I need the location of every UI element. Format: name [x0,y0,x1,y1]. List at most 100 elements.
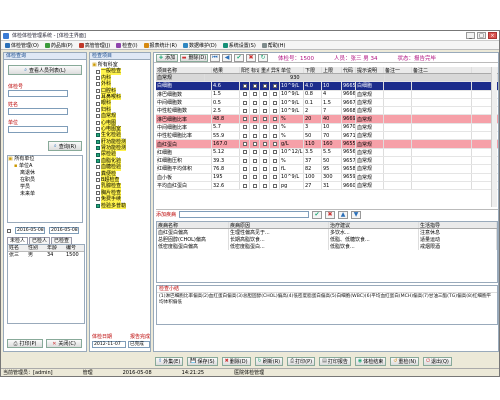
department-item[interactable]: 检验多普勒 [96,202,150,209]
cell-checkbox[interactable] [273,183,277,188]
cell[interactable] [250,165,260,173]
cell[interactable] [260,181,270,190]
cell[interactable] [260,165,270,173]
table-row[interactable]: 低密度脂蛋白偏高 低密度脂蛋白... 低脂饮食... 戒烟限酒 [157,243,497,250]
cell[interactable] [240,123,250,132]
cell-checkbox[interactable] [273,108,277,113]
cell[interactable] [270,165,280,173]
cell[interactable] [250,115,260,123]
cell-checkbox[interactable] [243,100,247,105]
tree-item[interactable]: 在职员 [8,177,82,184]
cell-checkbox[interactable] [253,108,257,113]
date-checkbox[interactable] [7,228,11,233]
date-to-input[interactable]: 2016-05-08 [49,227,79,234]
cell[interactable] [270,123,280,132]
delete-button[interactable]: ▬ 删除(D) [180,53,208,62]
tree-root[interactable]: ▣ 所有单位 [8,156,82,163]
cell-checkbox[interactable] [253,183,257,188]
cell[interactable] [240,165,250,173]
first-record-icon[interactable]: ⏮ [210,53,220,62]
unit-input[interactable] [8,126,68,133]
cell[interactable] [270,107,280,115]
cancel-icon[interactable]: ✖ [246,53,256,62]
cell-checkbox[interactable] [273,133,277,138]
name-input[interactable] [8,108,68,115]
department-checkbox[interactable] [96,152,100,157]
cell-checkbox[interactable] [273,117,277,122]
table-row[interactable]: 血红蛋白 167.0 g/L 110 160 9655 血常规 [156,140,498,149]
cell-checkbox[interactable] [263,83,267,88]
cell[interactable] [260,98,270,107]
minimize-button[interactable]: _ [466,32,475,39]
menu-item[interactable]: 高管管理(J) [78,42,110,49]
department-checkbox[interactable] [96,107,100,112]
cell-checkbox[interactable] [253,150,257,155]
tree-item[interactable]: 未来单 [8,191,82,198]
cell[interactable] [260,132,270,140]
view-persons-button[interactable]: ⌕ 查看人员列表(L) [8,65,82,75]
cell-checkbox[interactable] [243,108,247,113]
action-button[interactable]: ⇪ 外集(E) [155,356,184,366]
cell[interactable] [270,115,280,123]
cell-checkbox[interactable] [243,125,247,130]
table-row[interactable]: 中性粒细胞数 2.5 10^9/L 2 7 9668 血常规 [156,107,498,116]
cell-checkbox[interactable] [243,166,247,171]
refresh-icon[interactable]: ↻ [258,53,268,62]
cell-checkbox[interactable] [243,117,247,122]
action-button[interactable]: 💾 保存(S) [187,356,218,366]
menu-item[interactable]: 报表统计(R) [143,42,177,49]
department-checkbox[interactable] [96,146,100,151]
cell[interactable] [240,115,250,123]
department-checkbox[interactable] [96,114,100,119]
up-icon[interactable]: ▲ [338,210,349,219]
cell-checkbox[interactable] [263,142,267,147]
menu-item[interactable]: 检查(I) [116,42,138,49]
cell-checkbox[interactable] [273,142,277,147]
cell[interactable] [270,140,280,148]
cell-checkbox[interactable] [253,166,257,171]
cell-checkbox[interactable] [263,92,267,97]
tab-examined[interactable]: 已检查 [51,237,73,244]
cell[interactable] [270,181,280,190]
cell-checkbox[interactable] [273,175,277,180]
cell[interactable] [270,156,280,165]
date-from-input[interactable]: 2016-05-08 [15,227,45,234]
table-row[interactable]: 张三 男 34 1500 [8,252,84,259]
cell[interactable] [270,132,280,140]
cell[interactable] [240,156,250,165]
department-checkbox[interactable] [96,197,100,202]
table-row[interactable]: 中间细胞数 0.5 10^9/L 0.1 1.5 9667 血常规 [156,98,498,108]
menu-item[interactable]: 系统设置(S) [222,42,256,49]
cell-checkbox[interactable] [263,150,267,155]
department-checkbox[interactable] [96,69,100,74]
department-checkbox[interactable] [96,171,100,176]
cell[interactable] [260,148,270,156]
cell-checkbox[interactable] [263,175,267,180]
add-button[interactable]: ✚ 添加 [156,53,178,62]
cell-checkbox[interactable] [263,133,267,138]
cell[interactable] [240,90,250,98]
cell-checkbox[interactable] [263,108,267,113]
cell-checkbox[interactable] [273,158,277,163]
cell-checkbox[interactable] [253,100,257,105]
cell-checkbox[interactable] [263,100,267,105]
confirm-icon[interactable]: ✔ [312,210,323,219]
cell-checkbox[interactable] [253,158,257,163]
cell[interactable] [270,173,280,181]
close-button[interactable]: ✕ 关闭(C) [46,339,82,348]
cell[interactable] [260,107,270,115]
cell-checkbox[interactable] [273,100,277,105]
cell[interactable] [250,90,260,98]
cell[interactable] [260,140,270,148]
department-checkbox[interactable] [96,133,100,138]
menu-item[interactable]: 体检管理(O) [5,42,39,49]
cell[interactable] [270,82,280,90]
menu-item[interactable]: 数据维护(D) [182,42,217,49]
cell-checkbox[interactable] [253,83,257,88]
cell-checkbox[interactable] [273,150,277,155]
table-row[interactable]: 总胆固醇(CHOL)偏高 长期高脂饮食... 低脂、低糖饮食... 适量运动 [157,236,497,243]
department-checkbox[interactable] [96,88,100,93]
cell[interactable] [260,156,270,165]
menu-item[interactable]: 药品库(P) [44,42,73,49]
department-checkbox[interactable] [96,127,100,132]
